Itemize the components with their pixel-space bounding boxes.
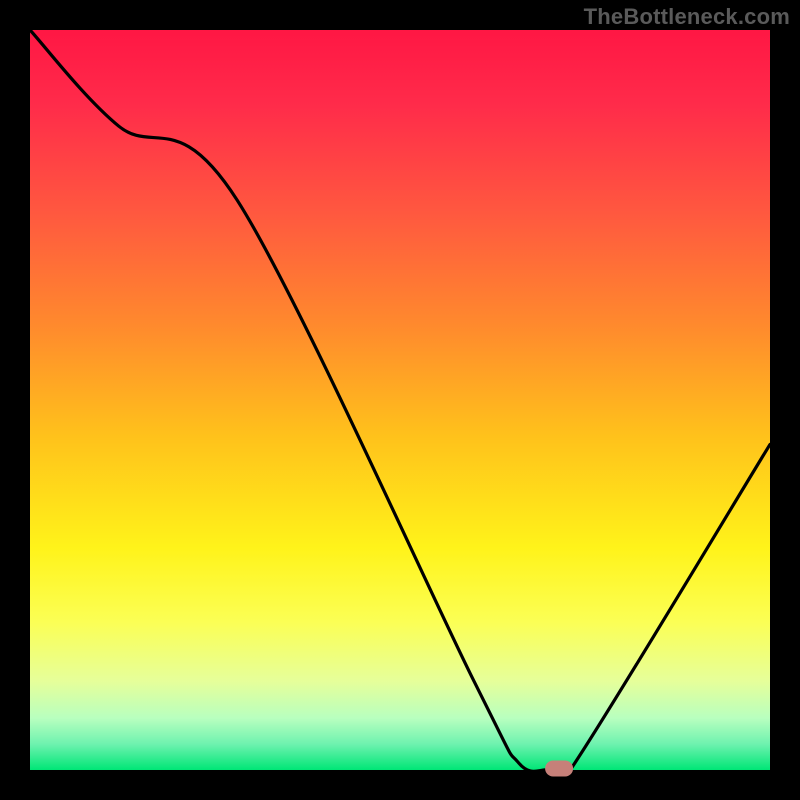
chart-frame: TheBottleneck.com [0,0,800,800]
watermark-text: TheBottleneck.com [584,4,790,30]
bottleneck-chart [0,0,800,800]
optimal-point-marker [545,761,573,777]
plot-background [30,30,770,770]
